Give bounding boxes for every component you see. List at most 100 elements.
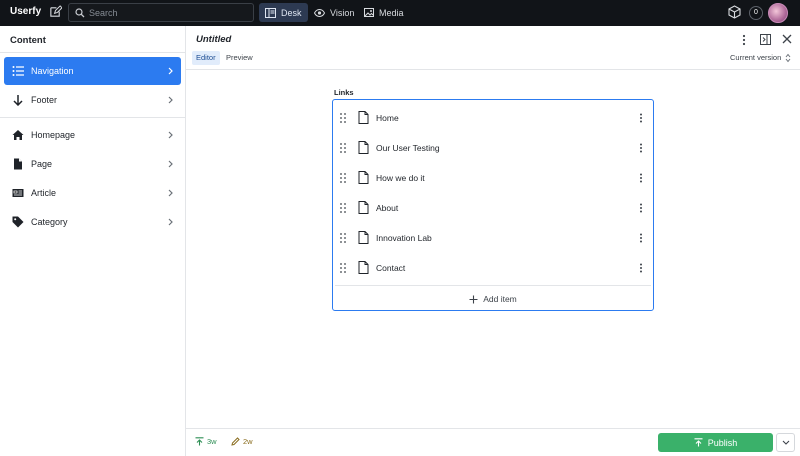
link-item[interactable]: Contact bbox=[335, 254, 651, 282]
edited-ago: 2w bbox=[243, 437, 253, 446]
chevron-right-icon bbox=[168, 189, 173, 197]
document-icon bbox=[358, 261, 369, 274]
sidebar-item-navigation[interactable]: Navigation bbox=[4, 57, 181, 85]
brand-logo[interactable]: Userfy bbox=[10, 6, 41, 17]
link-item[interactable]: How we do it bbox=[335, 164, 651, 192]
split-pane-icon[interactable] bbox=[760, 34, 771, 45]
top-bar: Userfy Search Desk Vision Media 0 bbox=[0, 0, 800, 26]
sidebar-item-category[interactable]: Category bbox=[4, 208, 181, 236]
tool-media[interactable]: Media bbox=[360, 3, 408, 22]
chevron-right-icon bbox=[168, 131, 173, 139]
more-vertical-icon[interactable] bbox=[742, 34, 746, 46]
more-vertical-icon[interactable] bbox=[639, 263, 643, 273]
sidebar-item-homepage[interactable]: Homepage bbox=[4, 121, 181, 149]
more-vertical-icon[interactable] bbox=[639, 203, 643, 213]
newspaper-icon bbox=[12, 189, 24, 197]
tool-desk-label: Desk bbox=[281, 7, 302, 18]
arrow-down-icon bbox=[13, 95, 23, 106]
chevron-right-icon bbox=[168, 96, 173, 104]
sidebar-item-label: Article bbox=[31, 188, 57, 198]
drag-handle-icon[interactable] bbox=[340, 203, 346, 213]
document-icon bbox=[358, 111, 369, 124]
sidebar-item-footer[interactable]: Footer bbox=[4, 86, 181, 114]
publish-button[interactable]: Publish bbox=[658, 433, 773, 452]
sidebar-item-label: Navigation bbox=[31, 66, 74, 76]
link-title: How we do it bbox=[376, 173, 425, 183]
pencil-icon bbox=[231, 437, 240, 446]
link-item[interactable]: Innovation Lab bbox=[335, 224, 651, 252]
drag-handle-icon[interactable] bbox=[340, 233, 346, 243]
footer-divider bbox=[186, 428, 800, 429]
document-icon bbox=[358, 201, 369, 214]
more-vertical-icon[interactable] bbox=[639, 233, 643, 243]
links-array-field: Home Our User Testing How we do it About… bbox=[332, 99, 654, 311]
header-divider bbox=[186, 69, 800, 70]
drag-handle-icon[interactable] bbox=[340, 143, 346, 153]
publish-arrow-icon bbox=[195, 437, 204, 446]
sidebar-item-article[interactable]: Article bbox=[4, 179, 181, 207]
edited-status[interactable]: 2w bbox=[231, 437, 253, 446]
publish-label: Publish bbox=[707, 437, 738, 448]
eye-icon bbox=[314, 8, 325, 17]
document-icon bbox=[14, 158, 22, 170]
sidebar-item-label: Category bbox=[31, 217, 68, 227]
chevron-right-icon bbox=[168, 160, 173, 168]
tool-media-label: Media bbox=[379, 7, 404, 18]
search-placeholder: Search bbox=[89, 8, 118, 18]
chevron-updown-icon[interactable] bbox=[785, 53, 791, 63]
add-item-button[interactable]: Add item bbox=[335, 290, 651, 308]
published-ago: 3w bbox=[207, 437, 217, 446]
chevron-right-icon bbox=[168, 67, 173, 75]
link-item[interactable]: About bbox=[335, 194, 651, 222]
link-title: Contact bbox=[376, 263, 406, 273]
sidebar-item-label: Footer bbox=[31, 95, 58, 105]
tab-preview[interactable]: Preview bbox=[222, 51, 257, 65]
published-status[interactable]: 3w bbox=[195, 437, 217, 446]
home-icon bbox=[12, 130, 24, 140]
search-input[interactable]: Search bbox=[68, 3, 254, 22]
content-sidebar: Content Navigation Footer Homepage Page … bbox=[0, 26, 186, 456]
chevron-right-icon bbox=[168, 218, 173, 226]
search-icon bbox=[75, 8, 85, 18]
add-item-label: Add item bbox=[483, 294, 517, 304]
link-title: Home bbox=[376, 113, 399, 123]
link-title: Our User Testing bbox=[376, 143, 440, 153]
add-item-divider bbox=[335, 285, 651, 286]
more-vertical-icon[interactable] bbox=[639, 143, 643, 153]
publish-menu-button[interactable] bbox=[776, 433, 795, 452]
sidebar-item-label: Homepage bbox=[31, 130, 76, 140]
list-icon bbox=[12, 66, 24, 76]
tab-editor[interactable]: Editor bbox=[192, 51, 220, 65]
sidebar-item-page[interactable]: Page bbox=[4, 150, 181, 178]
cube-icon[interactable] bbox=[728, 5, 741, 21]
document-editor: Untitled Editor Preview Current version … bbox=[186, 26, 800, 456]
notification-badge[interactable]: 0 bbox=[749, 6, 763, 20]
link-title: Innovation Lab bbox=[376, 233, 432, 243]
document-icon bbox=[358, 141, 369, 154]
sidebar-title: Content bbox=[10, 35, 46, 46]
link-title: About bbox=[376, 203, 399, 213]
tool-desk[interactable]: Desk bbox=[259, 3, 308, 22]
compose-icon[interactable] bbox=[49, 5, 63, 19]
more-vertical-icon[interactable] bbox=[639, 173, 643, 183]
tool-vision[interactable]: Vision bbox=[310, 3, 358, 22]
links-field-label: Links bbox=[334, 88, 354, 97]
link-item[interactable]: Our User Testing bbox=[335, 134, 651, 162]
tag-icon bbox=[12, 216, 24, 228]
drag-handle-icon[interactable] bbox=[340, 113, 346, 123]
link-item[interactable]: Home bbox=[335, 104, 651, 132]
avatar[interactable] bbox=[768, 3, 788, 23]
more-vertical-icon[interactable] bbox=[639, 113, 643, 123]
plus-icon bbox=[469, 295, 478, 303]
document-icon bbox=[358, 231, 369, 244]
version-select[interactable]: Current version bbox=[730, 53, 781, 62]
drag-handle-icon[interactable] bbox=[340, 173, 346, 183]
chevron-down-icon bbox=[782, 440, 789, 445]
document-icon bbox=[358, 171, 369, 184]
sidebar-divider bbox=[0, 117, 186, 118]
close-icon[interactable] bbox=[782, 34, 792, 44]
drag-handle-icon[interactable] bbox=[340, 263, 346, 273]
sidebar-divider bbox=[0, 52, 186, 53]
desk-icon bbox=[265, 7, 276, 18]
document-title: Untitled bbox=[196, 34, 232, 45]
